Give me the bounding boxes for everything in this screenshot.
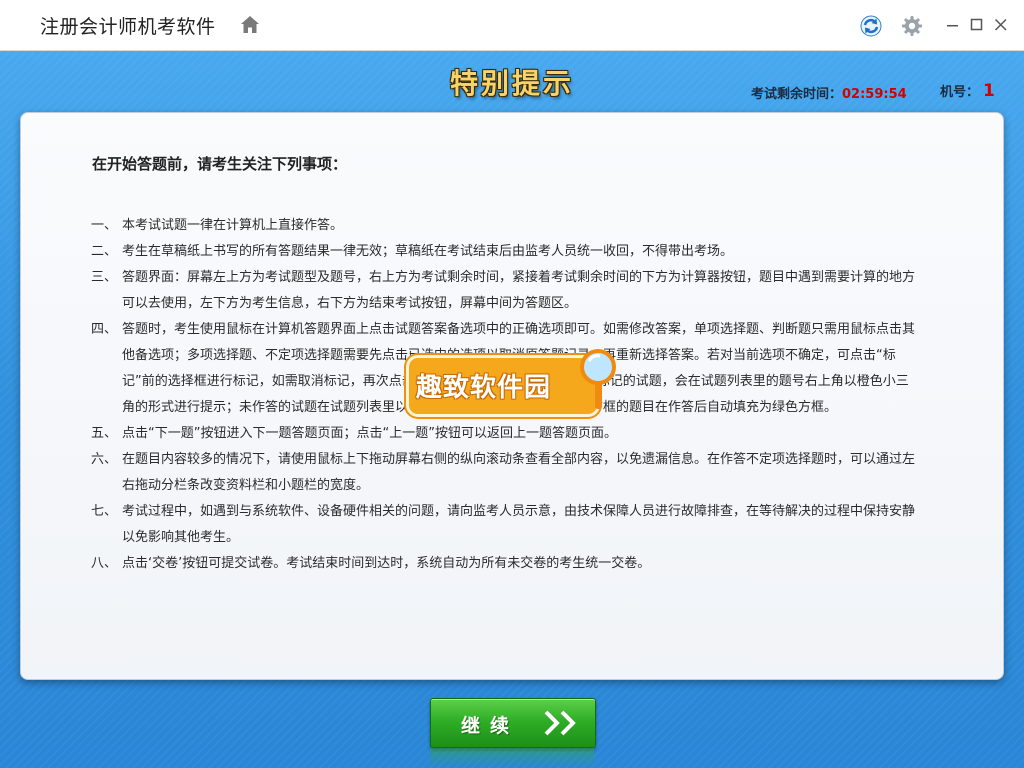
continue-button[interactable]: 继续 xyxy=(430,698,596,748)
rule-text: 答题界面：屏幕左上方为考试题型及题号，右上方为考试剩余时间，紧接着考试剩余时间的… xyxy=(122,270,916,311)
rule-number: 六、 xyxy=(91,452,118,467)
minimize-icon[interactable] xyxy=(943,15,963,35)
rule-text: 在题目内容较多的情况下，请使用鼠标上下拖动屏幕右侧的纵向滚动条查看全部内容，以免… xyxy=(122,452,916,493)
rule-item: 六、 在题目内容较多的情况下，请使用鼠标上下拖动屏幕右侧的纵向滚动条查看全部内容，… xyxy=(91,447,921,499)
double-chevron-right-icon xyxy=(544,710,576,736)
magnifier-icon xyxy=(580,349,616,409)
rule-item: 五、 点击“下一题”按钮进入下一题答题页面；点击“上一题”按钮可以返回上一题答题页… xyxy=(91,421,921,447)
refresh-icon[interactable] xyxy=(860,15,882,37)
rule-item: 八、 点击‘交卷’按钮可提交试卷。考试结束时间到达时，系统自动为所有未交卷的考生统… xyxy=(91,551,921,577)
machine-value: 1 xyxy=(983,81,995,101)
rule-text: 点击‘交卷’按钮可提交试卷。考试结束时间到达时，系统自动为所有未交卷的考生统一交… xyxy=(122,556,651,571)
rule-number: 七、 xyxy=(91,504,118,519)
watermark-logo: 趣致软件园 xyxy=(406,347,616,417)
notice-heading: 在开始答题前，请考生关注下列事项： xyxy=(92,155,348,173)
timer-value: 02:59:54 xyxy=(842,87,907,102)
rule-item: 三、 答题界面：屏幕左上方为考试题型及题号，右上方为考试剩余时间，紧接着考试剩余时… xyxy=(91,265,921,317)
rule-number: 五、 xyxy=(91,426,118,441)
app-title: 注册会计师机考软件 xyxy=(40,16,216,38)
rule-number: 三、 xyxy=(91,270,118,285)
rule-text: 考生在草稿纸上书写的所有答题结果一律无效；草稿纸在考试结束后由监考人员统一收回，… xyxy=(122,244,734,259)
maximize-icon[interactable] xyxy=(967,15,987,35)
machine-number: 机号： 1 xyxy=(940,81,995,101)
timer-label: 考试剩余时间： xyxy=(751,87,843,102)
rule-item: 七、 考试过程中，如遇到与系统软件、设备硬件相关的问题，请向监考人员示意，由技术保… xyxy=(91,499,921,551)
rule-number: 一、 xyxy=(91,218,118,233)
gear-icon[interactable] xyxy=(901,15,923,37)
home-icon[interactable] xyxy=(239,14,261,36)
rule-number: 八、 xyxy=(91,556,118,571)
machine-label: 机号： xyxy=(940,85,980,100)
remaining-time: 考试剩余时间：02:59:54 xyxy=(751,83,907,102)
rule-text: 本考试试题一律在计算机上直接作答。 xyxy=(122,218,344,233)
rule-text: 考试过程中，如遇到与系统软件、设备硬件相关的问题，请向监考人员示意，由技术保障人… xyxy=(122,504,916,545)
button-reflection xyxy=(430,748,594,768)
rule-item: 二、 考生在草稿纸上书写的所有答题结果一律无效；草稿纸在考试结束后由监考人员统一收… xyxy=(91,239,921,265)
rule-number: 四、 xyxy=(91,322,118,337)
close-icon[interactable] xyxy=(991,15,1011,35)
window-titlebar: 注册会计师机考软件 xyxy=(0,0,1024,51)
rule-item: 一、 本考试试题一律在计算机上直接作答。 xyxy=(91,213,921,239)
rule-text: 点击“下一题”按钮进入下一题答题页面；点击“上一题”按钮可以返回上一题答题页面。 xyxy=(122,426,617,441)
watermark-text: 趣致软件园 xyxy=(416,373,552,403)
rule-number: 二、 xyxy=(91,244,118,259)
continue-label: 继续 xyxy=(461,715,520,737)
